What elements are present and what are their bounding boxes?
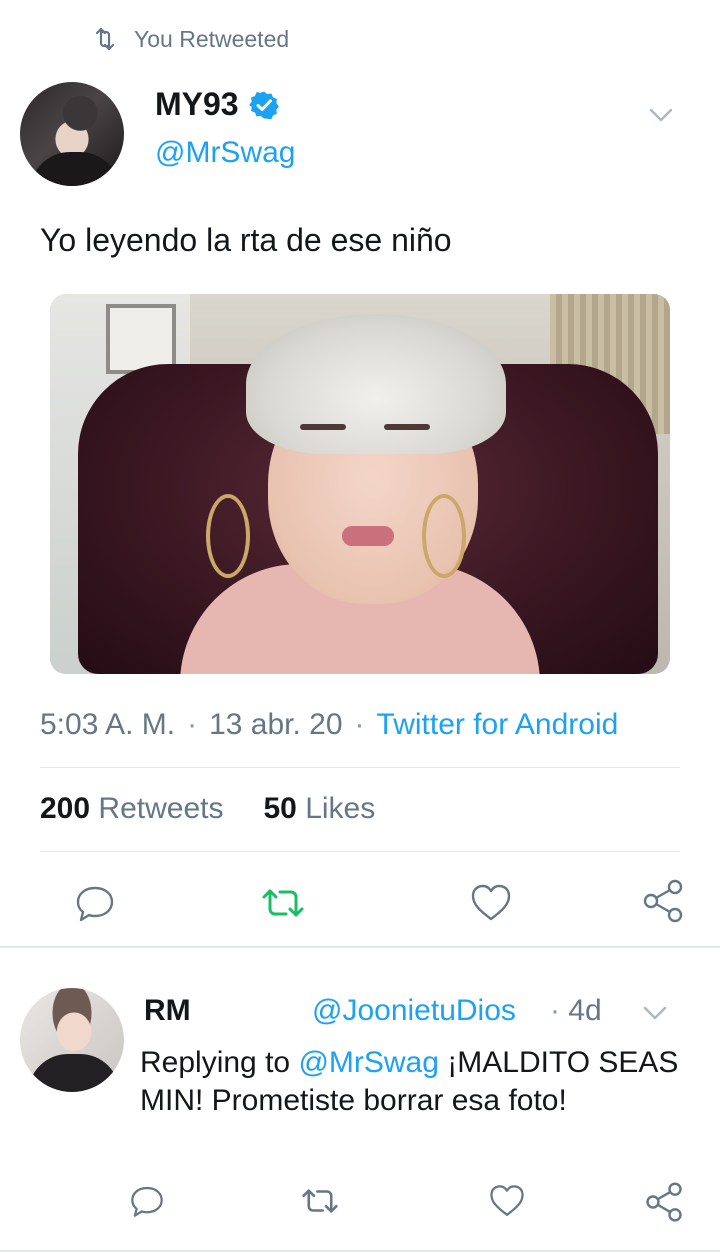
tweet-date: 13 abr. 20 xyxy=(209,708,343,741)
replying-to-prefix: Replying to xyxy=(140,1046,291,1079)
heart-icon xyxy=(471,884,511,921)
separator-dot: · xyxy=(550,994,560,1027)
reply-icon xyxy=(131,1186,163,1217)
retweet-button[interactable] xyxy=(298,1180,342,1222)
reply-author-handle[interactable]: @JoonietuDios xyxy=(312,994,516,1028)
section-divider xyxy=(0,1250,720,1252)
reply-author-avatar[interactable] xyxy=(20,988,124,1092)
verified-badge-icon xyxy=(248,91,279,119)
retweet-context-label: You Retweeted xyxy=(134,25,290,52)
tweet-text: Yo leyendo la rta de ese niño xyxy=(40,222,452,258)
retweet-context: You Retweeted xyxy=(90,24,289,54)
retweets-stat[interactable]: 200 Retweets xyxy=(40,792,223,826)
likes-stat[interactable]: 50 Likes xyxy=(263,792,375,826)
divider xyxy=(40,851,680,852)
reply-button[interactable] xyxy=(72,880,118,926)
tweet-meta: 5:03 A. M. · 13 abr. 20 · Twitter for An… xyxy=(40,708,618,742)
likes-label: Likes xyxy=(305,792,376,825)
author-name-row[interactable]: MY93 xyxy=(155,86,279,123)
reply-icon xyxy=(76,886,114,922)
separator-dot: · xyxy=(187,708,198,741)
tweet-time: 5:03 A. M. xyxy=(40,708,176,741)
author-name[interactable]: MY93 xyxy=(155,86,239,123)
tweet-media-image[interactable] xyxy=(50,294,670,674)
section-divider xyxy=(0,946,720,948)
chevron-down-icon[interactable] xyxy=(640,998,670,1028)
reply-time: 4d xyxy=(568,994,602,1027)
author-avatar[interactable] xyxy=(20,82,124,186)
reply-author-name[interactable]: RM xyxy=(144,994,191,1028)
chevron-down-icon[interactable] xyxy=(646,100,676,130)
like-button[interactable] xyxy=(468,880,514,926)
reply-button[interactable] xyxy=(126,1180,168,1222)
reply-timestamp: · 4d xyxy=(550,994,602,1028)
retweet-icon xyxy=(302,1189,338,1213)
tweet-stats: 200 Retweets 50 Likes xyxy=(40,792,375,826)
reply-text-block: Replying to @MrSwag ¡MALDITO SEAS MIN! P… xyxy=(140,1044,700,1120)
likes-count: 50 xyxy=(263,792,297,825)
retweets-label: Retweets xyxy=(98,792,224,825)
retweets-count: 200 xyxy=(40,792,91,825)
share-button[interactable] xyxy=(640,1178,688,1226)
replying-to-mention[interactable]: @MrSwag xyxy=(298,1046,438,1079)
separator-dot: · xyxy=(354,708,365,741)
share-icon xyxy=(646,1182,682,1222)
author-handle[interactable]: @MrSwag xyxy=(155,136,295,170)
retweet-button[interactable] xyxy=(259,880,307,926)
tweet-source-link[interactable]: Twitter for Android xyxy=(377,708,619,742)
divider xyxy=(40,767,680,768)
reply-action-bar xyxy=(0,1172,720,1232)
share-icon xyxy=(643,879,683,923)
retweet-icon xyxy=(262,889,304,917)
share-button[interactable] xyxy=(638,876,688,926)
like-button[interactable] xyxy=(486,1180,528,1222)
heart-icon xyxy=(490,1185,524,1216)
retweet-icon xyxy=(95,27,115,51)
tweet-action-bar xyxy=(0,870,720,930)
